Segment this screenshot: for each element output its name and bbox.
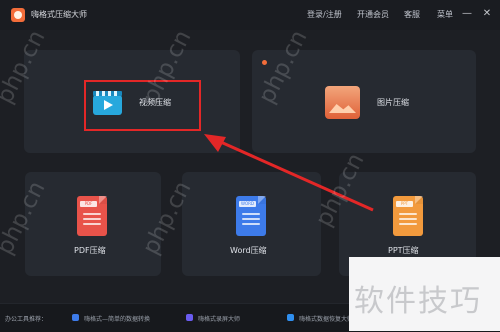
recovery-app-icon xyxy=(287,314,294,321)
converter-app-icon xyxy=(72,314,79,321)
arrow-head xyxy=(204,134,226,152)
tool-item-recorder[interactable]: 嗨格式录屏大师 xyxy=(198,314,240,323)
recorder-app-icon xyxy=(186,314,193,321)
tool-item-converter[interactable]: 嗨格式—简单的数据转换 xyxy=(84,314,150,323)
tool-item-recovery[interactable]: 嗨格式数据恢复大师 xyxy=(299,314,353,323)
software-tips-text: 软件技巧 xyxy=(354,284,482,319)
arrow-shaft xyxy=(213,137,374,212)
tools-label: 办公工具推荐： xyxy=(5,316,48,323)
